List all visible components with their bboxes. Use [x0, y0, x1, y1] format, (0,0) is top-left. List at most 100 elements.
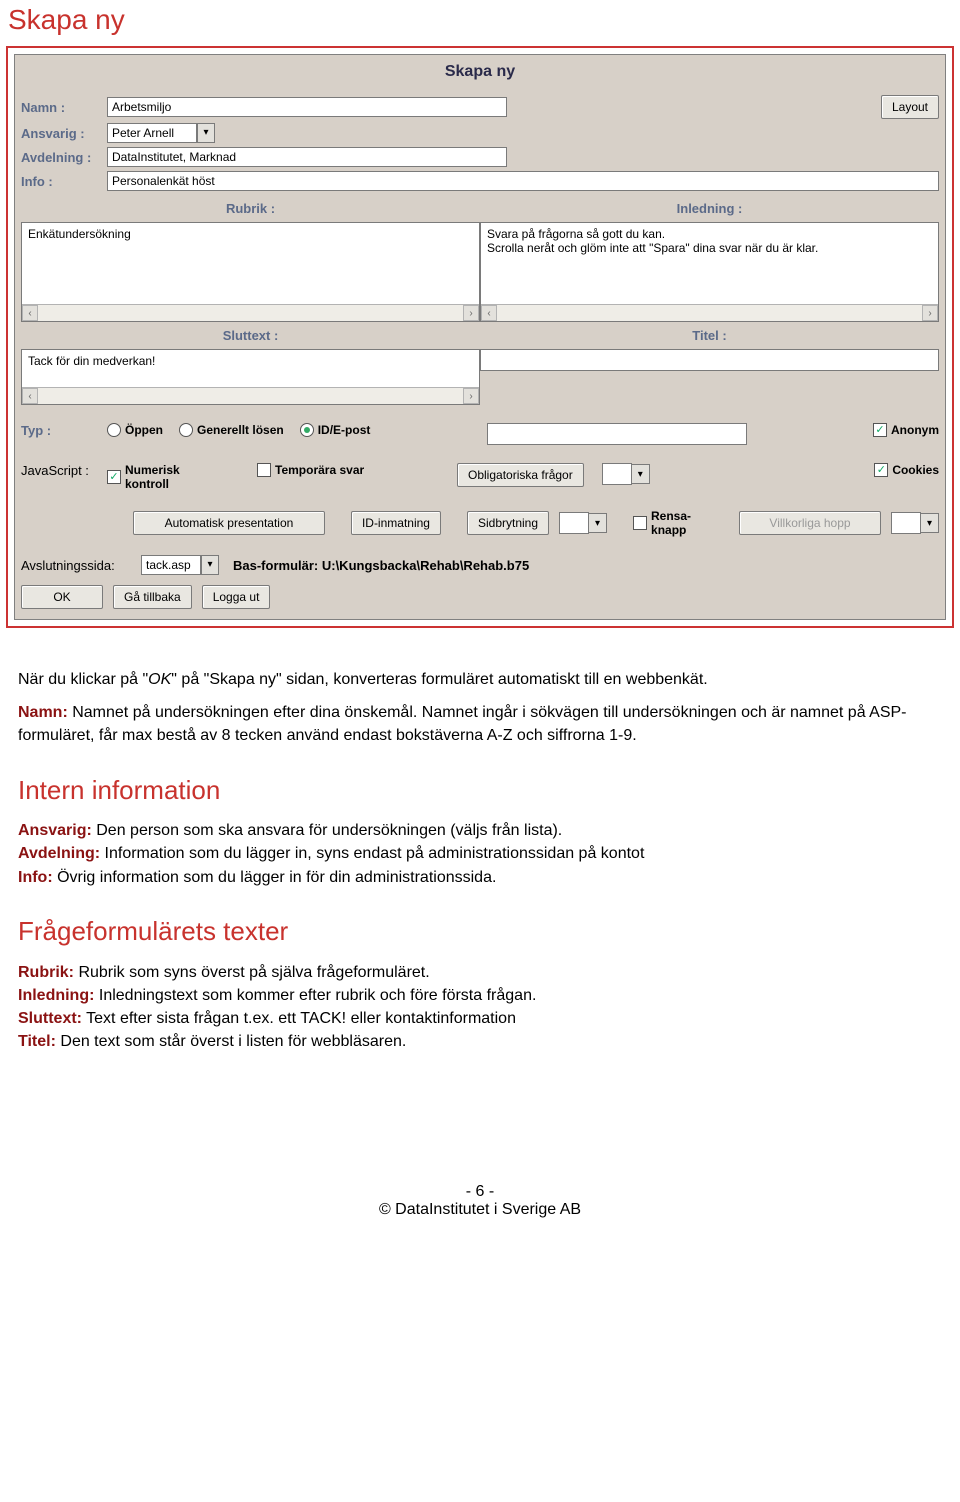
radio-generellt[interactable]: Generellt lösen [179, 423, 284, 437]
pair-textareas-1: Enkätundersökning ‹› Svara på frågorna s… [21, 222, 939, 322]
chevron-down-icon[interactable]: ▾ [201, 555, 219, 575]
text: Rubrik som syns överst på själva frågefo… [74, 964, 430, 981]
label-namn: Namn : [21, 100, 107, 115]
para-info: Info: Övrig information som du lägger in… [18, 866, 942, 889]
checkbox-temporara[interactable]: Temporära svar [257, 463, 365, 477]
scroll-left-icon[interactable]: ‹ [22, 305, 38, 321]
typ-options: Öppen Generellt lösen ID/E-post [107, 423, 447, 437]
checkbox-numerisk-label: Numerisk kontroll [125, 463, 215, 491]
scroll-right-icon[interactable]: › [463, 388, 479, 404]
lead-ansvarig: Ansvarig: [18, 822, 92, 839]
text: " på "Skapa ny" sidan, konverteras formu… [171, 671, 707, 688]
row-avdelning: Avdelning : DataInstitutet, Marknad [21, 147, 939, 167]
sidbrytning-button[interactable]: Sidbrytning [467, 511, 549, 535]
textarea-sluttext[interactable]: Tack för din medverkan! ‹› [21, 349, 480, 405]
input-avdelning[interactable]: DataInstitutet, Marknad [107, 147, 507, 167]
lead-titel: Titel: [18, 1033, 56, 1050]
checkbox-rensa-label: Rensa-knapp [651, 509, 711, 537]
para-inledning: Inledning: Inledningstext som kommer eft… [18, 984, 942, 1007]
para-namn: Namn: Namnet på undersökningen efter din… [18, 701, 942, 747]
logout-button[interactable]: Logga ut [202, 585, 271, 609]
scrollbar-horizontal[interactable]: ‹› [22, 304, 479, 321]
obligatoriska-dropdown[interactable]: ▾ [602, 463, 650, 485]
radio-idepost-label: ID/E-post [318, 423, 371, 437]
chevron-down-icon[interactable]: ▾ [197, 123, 215, 143]
villkorliga-button[interactable]: Villkorliga hopp [739, 511, 881, 535]
radio-idepost[interactable]: ID/E-post [300, 423, 371, 437]
scroll-right-icon[interactable]: › [463, 305, 479, 321]
radio-oppen[interactable]: Öppen [107, 423, 163, 437]
lead-info: Info: [18, 869, 53, 886]
page-footer: - 6 - © DataInstitutet i Sverige AB [0, 1063, 960, 1229]
scroll-left-icon[interactable]: ‹ [22, 388, 38, 404]
sidbrytning-dropdown[interactable]: ▾ [559, 512, 607, 534]
pair-headers-1: Rubrik : Inledning : [21, 195, 939, 222]
bas-formular-text: Bas-formulär: U:\Kungsbacka\Rehab\Rehab.… [233, 558, 529, 573]
checkbox-rensa[interactable]: Rensa-knapp [633, 509, 711, 537]
label-info: Info : [21, 174, 107, 189]
chevron-down-icon[interactable]: ▾ [921, 513, 939, 533]
label-typ: Typ : [21, 423, 107, 438]
text: Den text som står överst i listen för we… [56, 1033, 406, 1050]
ok-button[interactable]: OK [21, 585, 103, 609]
page-heading: Skapa ny [8, 4, 960, 36]
header-titel: Titel : [480, 322, 939, 349]
input-typ-extra[interactable] [487, 423, 747, 445]
text: När du klickar på " [18, 671, 148, 688]
pair-headers-2: Sluttext : Titel : [21, 322, 939, 349]
chevron-down-icon[interactable]: ▾ [589, 513, 607, 533]
para-ansvarig: Ansvarig: Den person som ska ansvara för… [18, 819, 942, 842]
header-inledning: Inledning : [480, 195, 939, 222]
pair-textareas-2: Tack för din medverkan! ‹› [21, 349, 939, 405]
header-rubrik: Rubrik : [21, 195, 480, 222]
checkbox-anonym[interactable]: Anonym [873, 423, 939, 437]
select-ansvarig-value: Peter Arnell [107, 123, 197, 143]
input-info[interactable]: Personalenkät höst [107, 171, 939, 191]
lead-sluttext: Sluttext: [18, 1010, 82, 1027]
input-namn[interactable]: Arbetsmiljo [107, 97, 507, 117]
doc-body: När du klickar på "OK" på "Skapa ny" sid… [0, 628, 960, 1053]
lead-inledning: Inledning: [18, 987, 94, 1004]
screenshot-frame: Skapa ny Namn : Arbetsmiljo Layout Ansva… [6, 46, 954, 628]
scrollbar-horizontal[interactable]: ‹› [22, 387, 479, 404]
panel-title: Skapa ny [21, 59, 939, 91]
row-namn: Namn : Arbetsmiljo Layout [21, 95, 939, 119]
obligatoriska-button[interactable]: Obligatoriska frågor [457, 463, 584, 487]
row-avslut: Avslutningssida: tack.asp ▾ Bas-formulär… [21, 555, 939, 575]
para-intro: När du klickar på "OK" på "Skapa ny" sid… [18, 668, 942, 691]
scroll-right-icon[interactable]: › [922, 305, 938, 321]
checkbox-numerisk[interactable]: Numerisk kontroll [107, 463, 215, 491]
label-ansvarig: Ansvarig : [21, 126, 107, 141]
checkbox-temporara-label: Temporära svar [275, 463, 365, 477]
text: Inledningstext som kommer efter rubrik o… [94, 987, 536, 1004]
form-panel: Skapa ny Namn : Arbetsmiljo Layout Ansva… [14, 54, 946, 620]
text: Namnet på undersökningen efter dina önsk… [18, 704, 907, 744]
select-avslut[interactable]: tack.asp ▾ [141, 555, 219, 575]
para-sluttext: Sluttext: Text efter sista frågan t.ex. … [18, 1007, 942, 1030]
scrollbar-horizontal[interactable]: ‹› [481, 304, 938, 321]
label-javascript: JavaScript : [21, 463, 107, 478]
back-button[interactable]: Gå tillbaka [113, 585, 192, 609]
row-typ: Typ : Öppen Generellt lösen ID/E-post An… [21, 423, 939, 445]
text: Den person som ska ansvara för undersökn… [92, 822, 562, 839]
para-rubrik: Rubrik: Rubrik som syns överst på själva… [18, 961, 942, 984]
heading-intern-information: Intern information [18, 772, 942, 810]
checkbox-cookies[interactable]: Cookies [874, 463, 939, 477]
radio-oppen-label: Öppen [125, 423, 163, 437]
select-ansvarig[interactable]: Peter Arnell ▾ [107, 123, 215, 143]
villkorliga-dropdown[interactable]: ▾ [891, 512, 939, 534]
row-javascript: JavaScript : Numerisk kontroll Temporära… [21, 463, 939, 491]
textarea-inledning[interactable]: Svara på frågorna så gott du kan. Scroll… [480, 222, 939, 322]
row-footer-buttons: OK Gå tillbaka Logga ut [21, 585, 939, 609]
textarea-sluttext-text: Tack för din medverkan! [28, 354, 155, 368]
label-avslutningssida: Avslutningssida: [21, 558, 141, 573]
lead-avdelning: Avdelning: [18, 845, 100, 862]
chevron-down-icon[interactable]: ▾ [632, 464, 650, 484]
autopresentation-button[interactable]: Automatisk presentation [133, 511, 325, 535]
textarea-rubrik[interactable]: Enkätundersökning ‹› [21, 222, 480, 322]
layout-button[interactable]: Layout [881, 95, 939, 119]
input-titel[interactable] [480, 349, 939, 371]
text-italic: OK [148, 671, 171, 688]
idinmatning-button[interactable]: ID-inmatning [351, 511, 441, 535]
scroll-left-icon[interactable]: ‹ [481, 305, 497, 321]
